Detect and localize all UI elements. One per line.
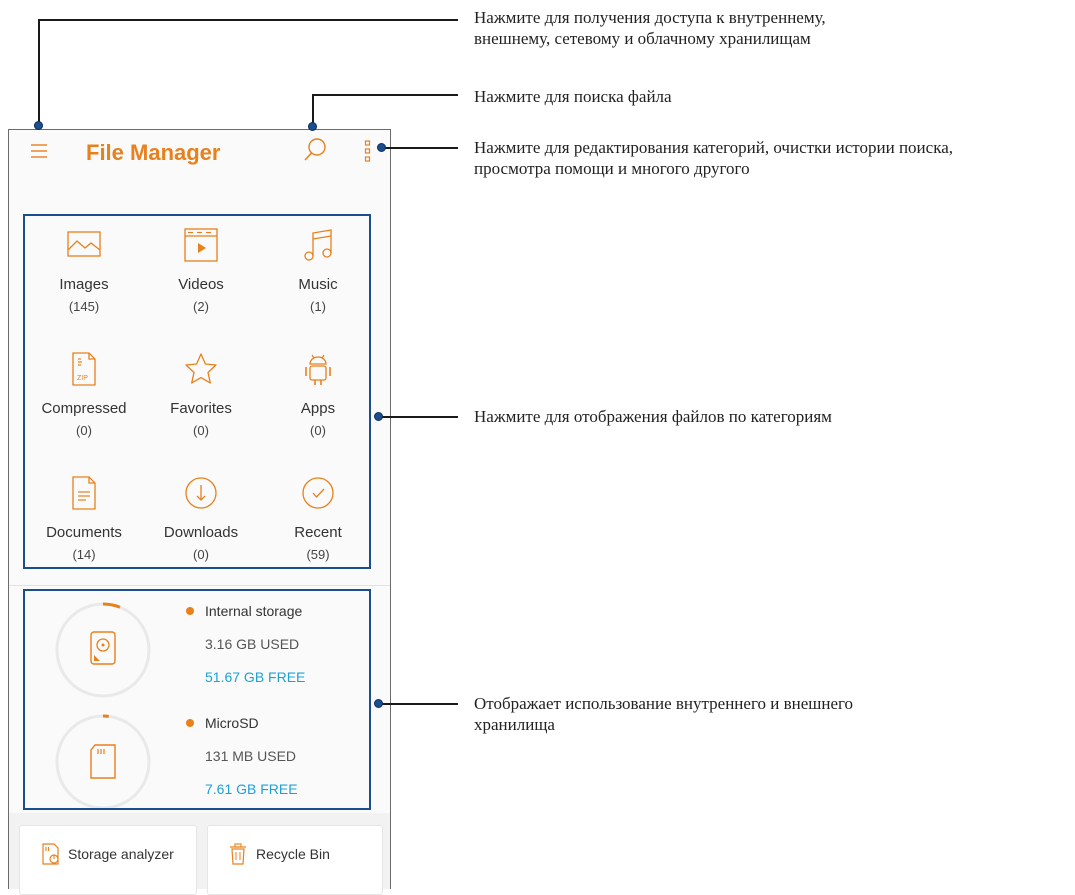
- storage-analyzer-icon: [42, 843, 59, 865]
- hamburger-menu-icon[interactable]: [30, 143, 48, 159]
- callout-dot: [34, 121, 43, 130]
- callout-more-text: Нажмите для редактирования категорий, оч…: [474, 138, 953, 178]
- callout-line: [378, 703, 458, 705]
- app-bar: File Manager: [9, 130, 390, 178]
- callout-search-text: Нажмите для поиска файла: [474, 87, 672, 106]
- search-icon[interactable]: [304, 138, 328, 164]
- callout-line: [381, 147, 458, 149]
- section-divider: [9, 585, 390, 586]
- more-options-icon[interactable]: [364, 140, 372, 162]
- callout-dot: [374, 412, 383, 421]
- recycle-bin-icon: [230, 843, 246, 865]
- storage-highlight: [23, 589, 371, 810]
- recycle-bin-label: Recycle Bin: [256, 846, 330, 862]
- callout-storage-text: Отображает использование внутреннего и в…: [474, 694, 854, 734]
- categories-highlight: [23, 214, 371, 569]
- callout-dot: [308, 122, 317, 131]
- callout-menu-text: Нажмите для получения доступа к внутренн…: [474, 8, 826, 48]
- callout-dot: [377, 143, 386, 152]
- callout-line: [38, 19, 458, 21]
- storage-analyzer-label: Storage analyzer: [68, 846, 174, 862]
- callout-line: [312, 94, 458, 96]
- callout-line: [38, 19, 40, 125]
- callout-categories-text: Нажмите для отображения файлов по катего…: [474, 407, 832, 426]
- callout-line: [378, 416, 458, 418]
- app-title: File Manager: [86, 140, 221, 165]
- callout-dot: [374, 699, 383, 708]
